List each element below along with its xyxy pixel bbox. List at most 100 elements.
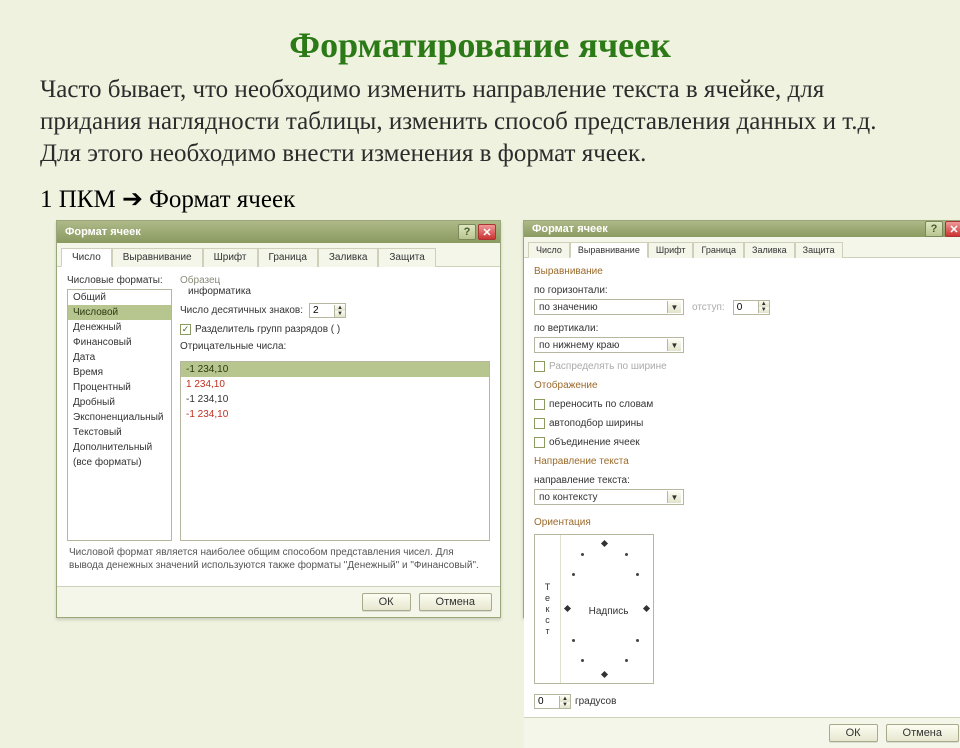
degrees-spinner[interactable]: ▲▼ [534,694,571,709]
alignment-heading: Выравнивание [534,266,957,277]
dialog-title: Формат ячеек [532,223,608,235]
sample-value: информатика [180,286,490,297]
thousands-label: Разделитель групп разрядов ( ) [195,324,340,335]
list-item[interactable]: Процентный [68,380,171,395]
titlebar[interactable]: Формат ячеек ? ✕ [524,221,960,237]
slide-body: Часто бывает, что необходимо изменить на… [40,74,920,170]
text-direction-heading: Направление текста [534,456,957,467]
list-item[interactable]: Экспоненциальный [68,410,171,425]
list-item[interactable]: 1 234,10 [181,377,489,392]
formats-label: Числовые форматы: [67,275,172,286]
list-item[interactable]: (все форматы) [68,455,171,470]
degrees-label: градусов [575,696,616,707]
ok-button[interactable]: ОК [829,724,878,742]
orientation-vertical-label[interactable]: Текст [535,535,561,683]
list-item[interactable]: Время [68,365,171,380]
autofit-label: автоподбор ширины [549,418,643,429]
indent-label: отступ: [692,302,725,313]
checkbox-icon [534,361,545,372]
indent-input[interactable] [734,301,758,314]
tab-fill[interactable]: Заливка [744,242,795,258]
display-heading: Отображение [534,380,957,391]
wrap-checkbox[interactable]: переносить по словам [534,399,957,410]
merge-label: объединение ячеек [549,437,640,448]
degrees-input[interactable] [535,695,559,708]
tab-strip: Число Выравнивание Шрифт Граница Заливка… [57,243,500,267]
checkbox-icon: ✓ [180,324,191,335]
horizontal-dropdown[interactable]: по значению ▼ [534,299,684,315]
tab-alignment[interactable]: Выравнивание [112,248,203,267]
sample-heading: Образец [180,275,490,286]
thousands-checkbox[interactable]: ✓ Разделитель групп разрядов ( ) [180,324,490,335]
tab-border[interactable]: Граница [693,242,744,258]
tab-number[interactable]: Число [528,242,570,258]
vertical-value: по нижнему краю [539,340,619,351]
number-formats-list[interactable]: Общий Числовой Денежный Финансовый Дата … [67,289,172,541]
close-button[interactable]: ✕ [478,224,496,240]
text-direction-dropdown[interactable]: по контексту ▼ [534,489,684,505]
text-direction-label: направление текста: [534,475,957,486]
tab-protection[interactable]: Защита [378,248,435,267]
close-button[interactable]: ✕ [945,221,960,237]
format-cells-dialog-number: Формат ячеек ? ✕ Число Выравнивание Шриф… [56,220,501,618]
cancel-button[interactable]: Отмена [419,593,492,611]
tab-protection[interactable]: Защита [795,242,843,258]
dialog-title: Формат ячеек [65,226,141,238]
orientation-heading: Ориентация [534,517,654,528]
orientation-nadpis: Надпись [589,606,629,617]
wrap-label: переносить по словам [549,399,653,410]
horizontal-value: по значению [539,302,598,313]
orientation-control[interactable]: Текст Надпись [534,534,654,684]
list-item[interactable]: -1 234,10 [181,407,489,422]
horizontal-label: по горизонтали: [534,285,957,296]
cancel-button[interactable]: Отмена [886,724,959,742]
list-item[interactable]: Дополнительный [68,440,171,455]
titlebar[interactable]: Формат ячеек ? ✕ [57,221,500,243]
help-button[interactable]: ? [925,221,943,237]
tab-number[interactable]: Число [61,248,112,267]
vertical-dropdown[interactable]: по нижнему краю ▼ [534,337,684,353]
checkbox-icon [534,399,545,410]
list-item[interactable]: Дата [68,350,171,365]
autofit-checkbox[interactable]: автоподбор ширины [534,418,957,429]
tab-strip: Число Выравнивание Шрифт Граница Заливка… [524,237,960,258]
list-item[interactable]: Денежный [68,320,171,335]
help-button[interactable]: ? [458,224,476,240]
spin-down-icon[interactable]: ▼ [335,311,345,317]
format-cells-dialog-alignment: Формат ячеек ? ✕ Число Выравнивание Шриф… [523,220,960,618]
tab-font[interactable]: Шрифт [203,248,258,267]
slide-title: Форматирование ячеек [40,24,920,66]
checkbox-icon [534,437,545,448]
merge-checkbox[interactable]: объединение ячеек [534,437,957,448]
slide-instruction: 1 ПКМ ➔ Формат ячеек [40,184,920,214]
list-item[interactable]: Числовой [68,305,171,320]
decimals-input[interactable] [310,304,334,317]
chevron-down-icon[interactable]: ▼ [667,339,681,351]
list-item[interactable]: Общий [68,290,171,305]
negative-numbers-list[interactable]: -1 234,10 1 234,10 -1 234,10 -1 234,10 [180,361,490,541]
list-item[interactable]: Дробный [68,395,171,410]
decimals-label: Число десятичных знаков: [180,305,303,316]
list-item[interactable]: Текстовый [68,425,171,440]
spin-down-icon[interactable]: ▼ [759,307,769,313]
indent-spinner[interactable]: ▲▼ [733,300,770,315]
vertical-label: по вертикали: [534,323,957,334]
chevron-down-icon[interactable]: ▼ [667,491,681,503]
decimals-spinner[interactable]: ▲▼ [309,303,346,318]
text-direction-value: по контексту [539,492,598,503]
tab-fill[interactable]: Заливка [318,248,379,267]
tab-font[interactable]: Шрифт [648,242,694,258]
list-item[interactable]: -1 234,10 [181,392,489,407]
distribute-checkbox: Распределять по ширине [534,361,957,372]
orientation-canvas[interactable]: Надпись [561,535,653,683]
format-description: Числовой формат является наиболее общим … [67,541,490,578]
tab-border[interactable]: Граница [258,248,318,267]
ok-button[interactable]: ОК [362,593,411,611]
list-item[interactable]: -1 234,10 [181,362,489,377]
negative-label: Отрицательные числа: [180,341,490,352]
tab-alignment[interactable]: Выравнивание [570,242,648,258]
chevron-down-icon[interactable]: ▼ [667,301,681,313]
checkbox-icon [534,418,545,429]
spin-down-icon[interactable]: ▼ [560,702,570,708]
list-item[interactable]: Финансовый [68,335,171,350]
